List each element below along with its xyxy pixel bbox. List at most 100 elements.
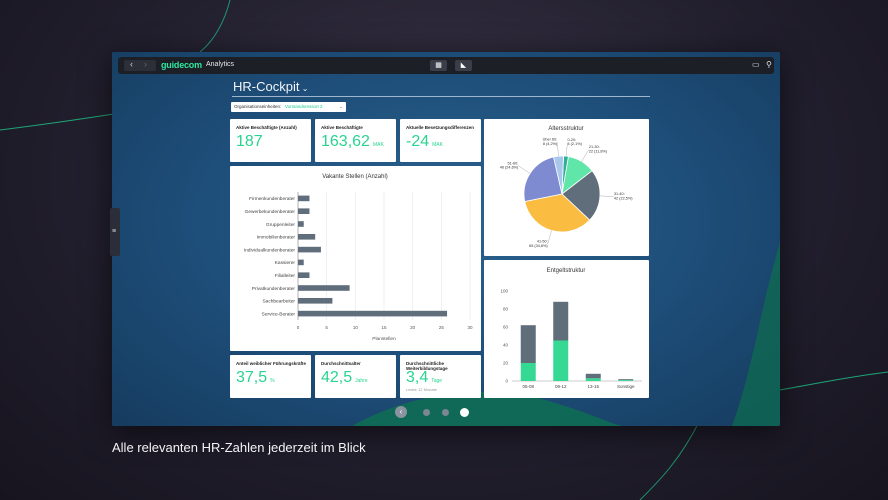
slice-leader-line [581,149,590,162]
app-topbar: ‹ › guidecom Analytics ▦ ◣ ▭ ⚲ [118,57,774,74]
previous-slide-icon[interactable]: ‹ [395,406,407,418]
page-title[interactable]: HR-Cockpit ⌄ [233,79,308,94]
app-title: Analytics [206,61,235,68]
monitor-icon[interactable]: ▭ [752,60,760,69]
slice-value-label: 22 (11,8%) [589,149,608,153]
slice-value-label: 42 (22,5%) [614,196,633,200]
bar-segment [520,325,536,363]
bar-segment [618,379,634,381]
bar [298,195,310,202]
salary-structure-card[interactable]: Entgeltstruktur 0 20 40 60 80 100 05-08 09-12 13-… [484,260,649,398]
side-panel-handle[interactable]: ≡ [110,208,120,256]
x-tick-label: 25 [439,325,445,330]
y-tick-label: Firmenkundenberater [249,196,295,202]
kpi-card-female-leaders[interactable]: Anteil weiblicher Führungskräfte 37,5% [230,355,311,398]
slide-dot-active[interactable] [460,408,469,417]
bar [298,246,321,253]
kpi-label: Aktive Beschäftigte (Anzahl) [236,125,297,130]
y-tick-label: 0 [505,379,508,384]
menu-icon: ≡ [112,228,117,235]
y-tick-label: Service-Berater [262,311,296,317]
org-unit-select[interactable]: Organisationseinheiten: Vorstandsressort… [231,102,346,112]
kpi-value: 187 [236,133,263,150]
dashboard-icon[interactable]: ▦ [430,60,447,71]
chevron-down-icon: ⌄ [299,84,309,93]
bar-segment [585,378,601,381]
slice-leader-line [557,142,559,157]
salary-structure-chart: Entgeltstruktur 0 20 40 60 80 100 05-08 09-12 13-… [500,268,642,389]
slide-dot[interactable] [442,409,449,416]
age-structure-chart: Altersstruktur0-20:4 (2,1%)21-30:22 (11,… [500,126,633,248]
slice-leader-line [518,165,531,174]
kpi-card-active-headcount[interactable]: Aktive Beschäftigte (Anzahl) 187 [230,119,311,162]
bar-segment [553,301,569,341]
org-label: Organisationseinheiten: [234,104,282,109]
bar-segment [553,340,569,381]
y-tick-label: Privatkundenberater [252,286,296,292]
chart-title: Vakante Stellen (Anzahl) [322,174,388,180]
bar [298,221,304,227]
vacancies-chart-card[interactable]: Vakante Stellen (Anzahl) 0 5 10 15 20 25 30 Firm… [230,166,481,351]
kpi-value: 163,62 MAK [321,133,384,150]
kpi-label: Durchschnittsalter [321,361,361,366]
kpi-value: -24 MAK [406,133,443,150]
kpi-card-average-age[interactable]: Durchschnittsalter 42,5 Jahre [315,355,396,398]
bar [298,259,304,266]
bar [298,234,316,240]
vacancies-chart: Vakante Stellen (Anzahl) 0 5 10 15 20 25 30 Firm… [244,174,473,342]
app-window: ‹ › guidecom Analytics ▦ ◣ ▭ ⚲ HR-Cockpi… [112,52,780,426]
x-axis-label: Planstellen [372,336,396,342]
kpi-value: 42,5 Jahre [321,369,368,386]
kpi-card-staffing-difference[interactable]: Aktuelle Besetzungsdifferenzen -24 MAK [400,119,481,162]
y-tick-label: Gruppenleiter [266,222,295,228]
kpi-card-active-fte[interactable]: Aktive Beschäftigte 163,62 MAK [315,119,396,162]
nav-buttons: ‹ › [124,59,156,71]
guidecom-logo: guidecom [161,60,202,70]
slice-value-label: 65 (34,8%) [529,244,548,248]
slice-value-label: 4 (2,1%) [568,142,583,146]
bar-segment [520,363,536,381]
chart-title: Altersstruktur [548,126,583,132]
y-tick-label: 20 [503,361,509,366]
title-divider [232,96,650,97]
y-tick-label: Filialleiter [275,273,296,279]
kpi-subtitle: Letzte 12 Monate [406,387,437,392]
y-tick-label: 100 [500,289,508,294]
age-structure-card[interactable]: Altersstruktur 0-20: 4 (2,1%) 21-30: 22 (11,… [484,119,649,256]
x-tick-label: Sonstige [617,384,635,389]
forward-icon[interactable]: › [144,59,147,69]
bookmark-icon[interactable]: ◣ [455,60,472,71]
y-tick-label: Sachbearbeiter [262,299,295,305]
kpi-value: 37,5% [236,369,275,386]
y-tick-label: Kassierer [275,260,296,266]
slice-leader-line [547,230,552,245]
slice-value-label: 8 (4,2%) [543,142,558,146]
pin-icon[interactable]: ⚲ [766,60,772,69]
bar [298,272,310,278]
y-tick-label: Gewerbekundenberater [245,209,296,215]
x-tick-label: 10 [353,325,359,330]
kpi-card-training-days[interactable]: Durchschnittliche Weiterbildungstage 3,4… [400,355,481,398]
kpi-label: Aktuelle Besetzungsdifferenzen [406,125,475,130]
y-tick-label: 80 [503,307,509,312]
y-tick-label: Immobilienberater [257,235,296,241]
x-tick-label: 0 [297,325,300,330]
x-tick-label: 09-12 [555,384,567,389]
back-icon[interactable]: ‹ [130,59,133,69]
y-tick-label: 40 [503,343,509,348]
bar-segment [618,380,634,381]
kpi-label: Anteil weiblicher Führungskräfte [236,361,307,366]
bar [298,208,310,214]
bar [298,298,333,304]
slide-dot[interactable] [423,409,430,416]
x-tick-label: 15 [381,325,387,330]
kpi-value: 3,4 Tage [406,369,443,386]
x-tick-label: 20 [410,325,416,330]
slide-pagination: ‹ [395,406,475,418]
y-tick-label: 60 [503,325,509,330]
kpi-label: Aktive Beschäftigte [321,125,363,130]
chart-title: Entgeltstruktur [547,268,586,274]
org-value: Vorstandsressort 2 [285,104,323,109]
x-tick-label: 13-15 [587,384,599,389]
x-tick-label: 5 [325,325,328,330]
